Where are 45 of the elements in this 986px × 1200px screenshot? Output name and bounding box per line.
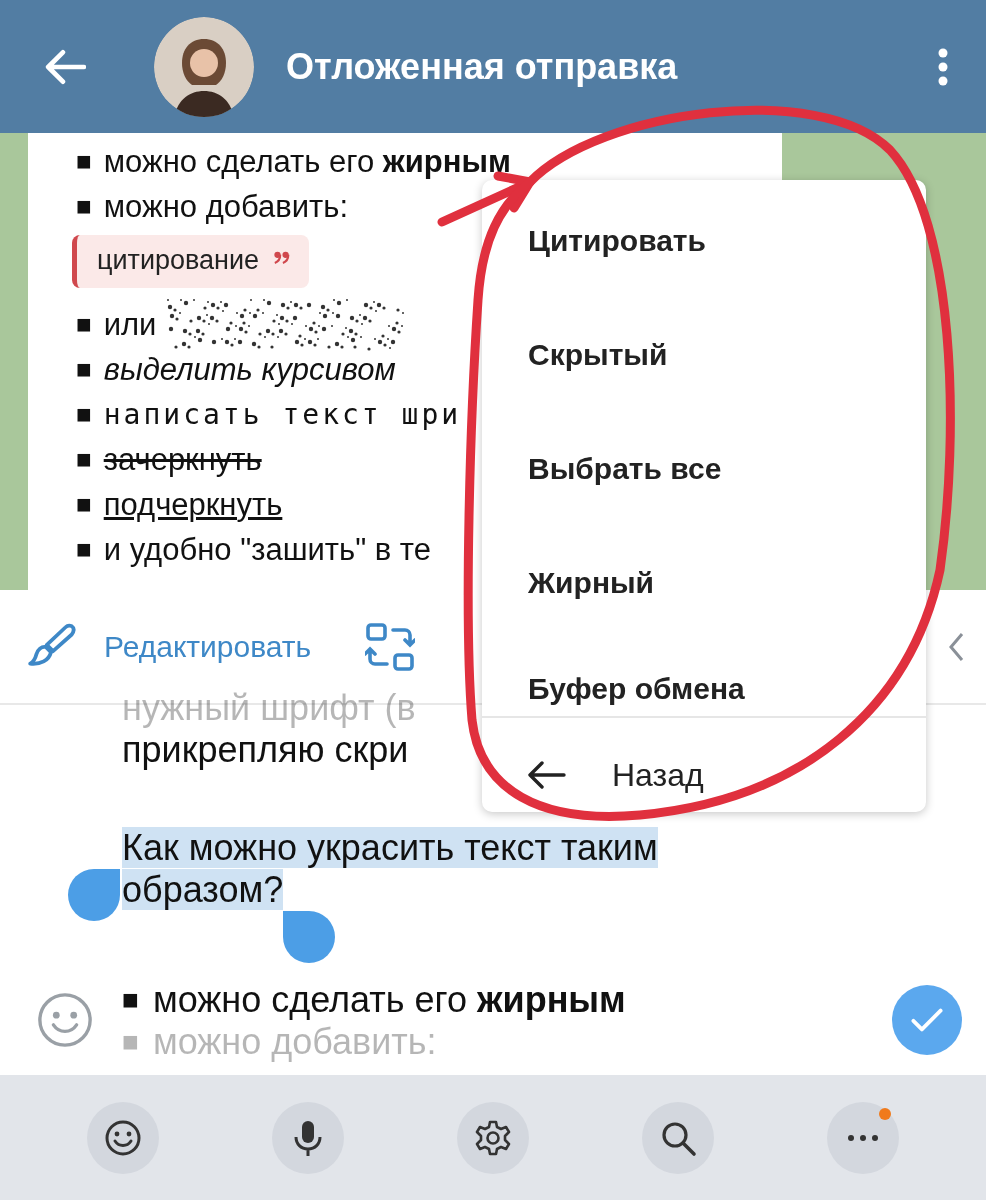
menu-item[interactable]: Выбрать все (482, 436, 926, 550)
bullet: ■ (122, 983, 139, 1017)
edit-button[interactable]: Редактировать (26, 622, 312, 671)
quote-icon (273, 251, 292, 264)
bullet: ■ (76, 191, 92, 222)
message-line: подчеркнуть (103, 486, 283, 523)
avatar[interactable] (154, 16, 254, 117)
selection-handle[interactable] (283, 911, 336, 963)
bullet: ■ (76, 309, 92, 340)
bullet: ■ (76, 354, 92, 385)
swap-icon[interactable] (365, 621, 416, 672)
bullet: ■ (76, 534, 92, 565)
menu-item[interactable]: Жирный (482, 550, 926, 664)
message-line: написать текст шри (103, 398, 462, 431)
check-icon (910, 1007, 944, 1033)
message-line: или (103, 306, 157, 343)
bullet: ■ (76, 444, 92, 475)
bullet: ■ (76, 399, 92, 430)
arrow-left-icon (526, 760, 566, 790)
quote-text: цитирование (97, 245, 260, 276)
more-icon[interactable] (936, 46, 950, 87)
spoiler-mask[interactable] (166, 296, 407, 353)
message-line: можно сделать его жирным (103, 143, 511, 180)
message-line: можно добавить: (103, 188, 348, 225)
back-icon[interactable] (44, 48, 86, 85)
menu-item[interactable]: Скрытый (482, 322, 926, 436)
bullet: ■ (76, 146, 92, 177)
message-line: и удобно "зашить" в те (103, 531, 431, 568)
input-text: можно сделать его жирным (152, 979, 626, 1020)
back-menu-item[interactable]: Назад (482, 718, 926, 812)
chevron-left-icon[interactable] (948, 631, 964, 662)
message-line: выделить курсивом (103, 351, 396, 388)
input-text: Как можно украсить текст таким (122, 827, 658, 868)
input-text: прикрепляю скри (122, 729, 409, 770)
input-text: образом? (122, 869, 284, 910)
chat-title: Отложенная отправка (286, 45, 679, 88)
menu-item[interactable]: Буфер обмена (482, 664, 926, 716)
bullet: ■ (122, 1025, 139, 1059)
input-text: нужный шрифт (в (122, 687, 416, 728)
emoji-icon[interactable] (36, 991, 94, 1049)
menu-item[interactable]: Цитировать (482, 208, 926, 322)
selection-handle[interactable] (68, 869, 120, 921)
input-text: можно добавить: (152, 1021, 437, 1062)
message-line: зачеркнуть (103, 441, 262, 478)
bullet: ■ (76, 489, 92, 520)
